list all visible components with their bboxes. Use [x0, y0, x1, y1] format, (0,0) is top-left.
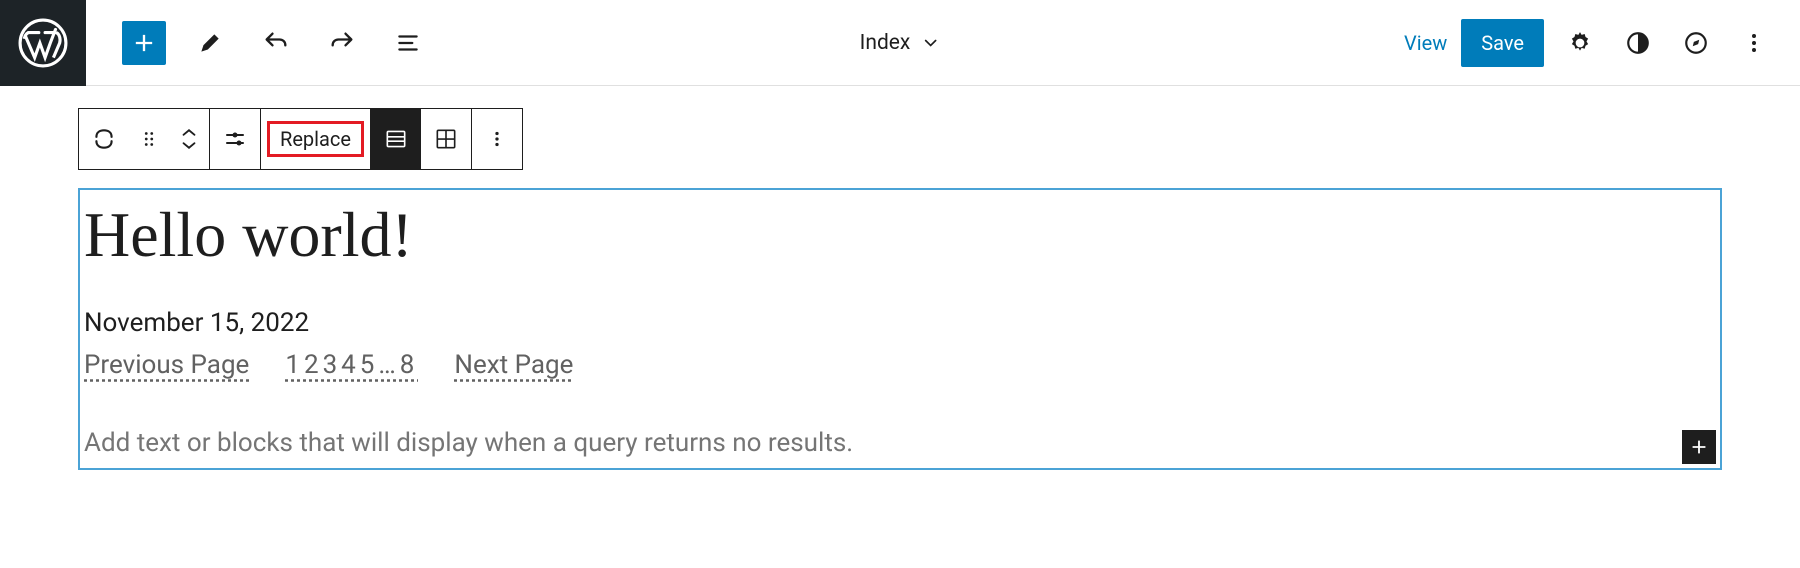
grid-layout-icon	[433, 126, 459, 152]
contrast-icon	[1625, 30, 1651, 56]
gear-icon	[1567, 30, 1593, 56]
block-toolbar: Replace	[78, 108, 523, 170]
pagination-prev[interactable]: Previous Page	[84, 350, 249, 380]
chevron-up-icon	[178, 127, 200, 139]
list-view-icon	[395, 30, 421, 56]
replace-label: Replace	[280, 127, 351, 151]
wordpress-logo[interactable]	[0, 0, 86, 86]
top-right-actions: View Save	[1404, 19, 1800, 67]
post-date[interactable]: November 15, 2022	[84, 308, 1716, 338]
pagination-numbers[interactable]: 12345…8	[285, 350, 418, 380]
add-block-inside-button[interactable]	[1682, 430, 1716, 464]
kebab-icon	[486, 128, 508, 150]
redo-icon	[328, 29, 356, 57]
display-settings-button[interactable]	[210, 109, 260, 169]
block-mover[interactable]	[169, 109, 209, 169]
edit-tool-button[interactable]	[188, 21, 232, 65]
replace-button[interactable]: Replace	[267, 121, 364, 157]
pagination-next[interactable]: Next Page	[454, 350, 573, 380]
query-loop-icon	[91, 126, 117, 152]
editor-canvas: Replace Hello world! November 15, 2022 P…	[0, 86, 1800, 470]
compass-icon	[1683, 30, 1709, 56]
template-name: Index	[860, 31, 911, 55]
chevron-down-icon	[178, 139, 200, 151]
sliders-icon	[223, 127, 247, 151]
pencil-icon	[197, 30, 223, 56]
query-loop-block[interactable]: Hello world! November 15, 2022 Previous …	[78, 188, 1722, 470]
grid-view-layout-button[interactable]	[421, 109, 471, 169]
editor-top-bar: Index View Save	[0, 0, 1800, 86]
list-view-button[interactable]	[386, 21, 430, 65]
list-view-layout-button[interactable]	[371, 109, 421, 169]
styles-button[interactable]	[1616, 21, 1660, 65]
block-type-button[interactable]	[79, 109, 129, 169]
kebab-icon	[1742, 31, 1766, 55]
list-layout-icon	[383, 126, 409, 152]
pagination: Previous Page 12345…8 Next Page	[84, 350, 1716, 380]
post-title[interactable]: Hello world!	[84, 198, 1716, 272]
top-left-tools	[122, 21, 430, 65]
add-block-button[interactable]	[122, 21, 166, 65]
undo-icon	[262, 29, 290, 57]
no-results-placeholder[interactable]: Add text or blocks that will display whe…	[84, 428, 1716, 458]
more-options-button[interactable]	[1732, 21, 1776, 65]
settings-button[interactable]	[1558, 21, 1602, 65]
drag-handle[interactable]	[129, 109, 169, 169]
undo-button[interactable]	[254, 21, 298, 65]
plus-icon	[130, 29, 158, 57]
template-selector[interactable]: Index	[860, 31, 941, 55]
chevron-down-icon	[920, 33, 940, 53]
drag-icon	[138, 128, 160, 150]
redo-button[interactable]	[320, 21, 364, 65]
navigation-button[interactable]	[1674, 21, 1718, 65]
view-link[interactable]: View	[1404, 31, 1447, 55]
wordpress-icon	[18, 18, 68, 68]
block-more-options[interactable]	[472, 109, 522, 169]
plus-icon	[1688, 436, 1710, 458]
save-button[interactable]: Save	[1461, 19, 1544, 67]
